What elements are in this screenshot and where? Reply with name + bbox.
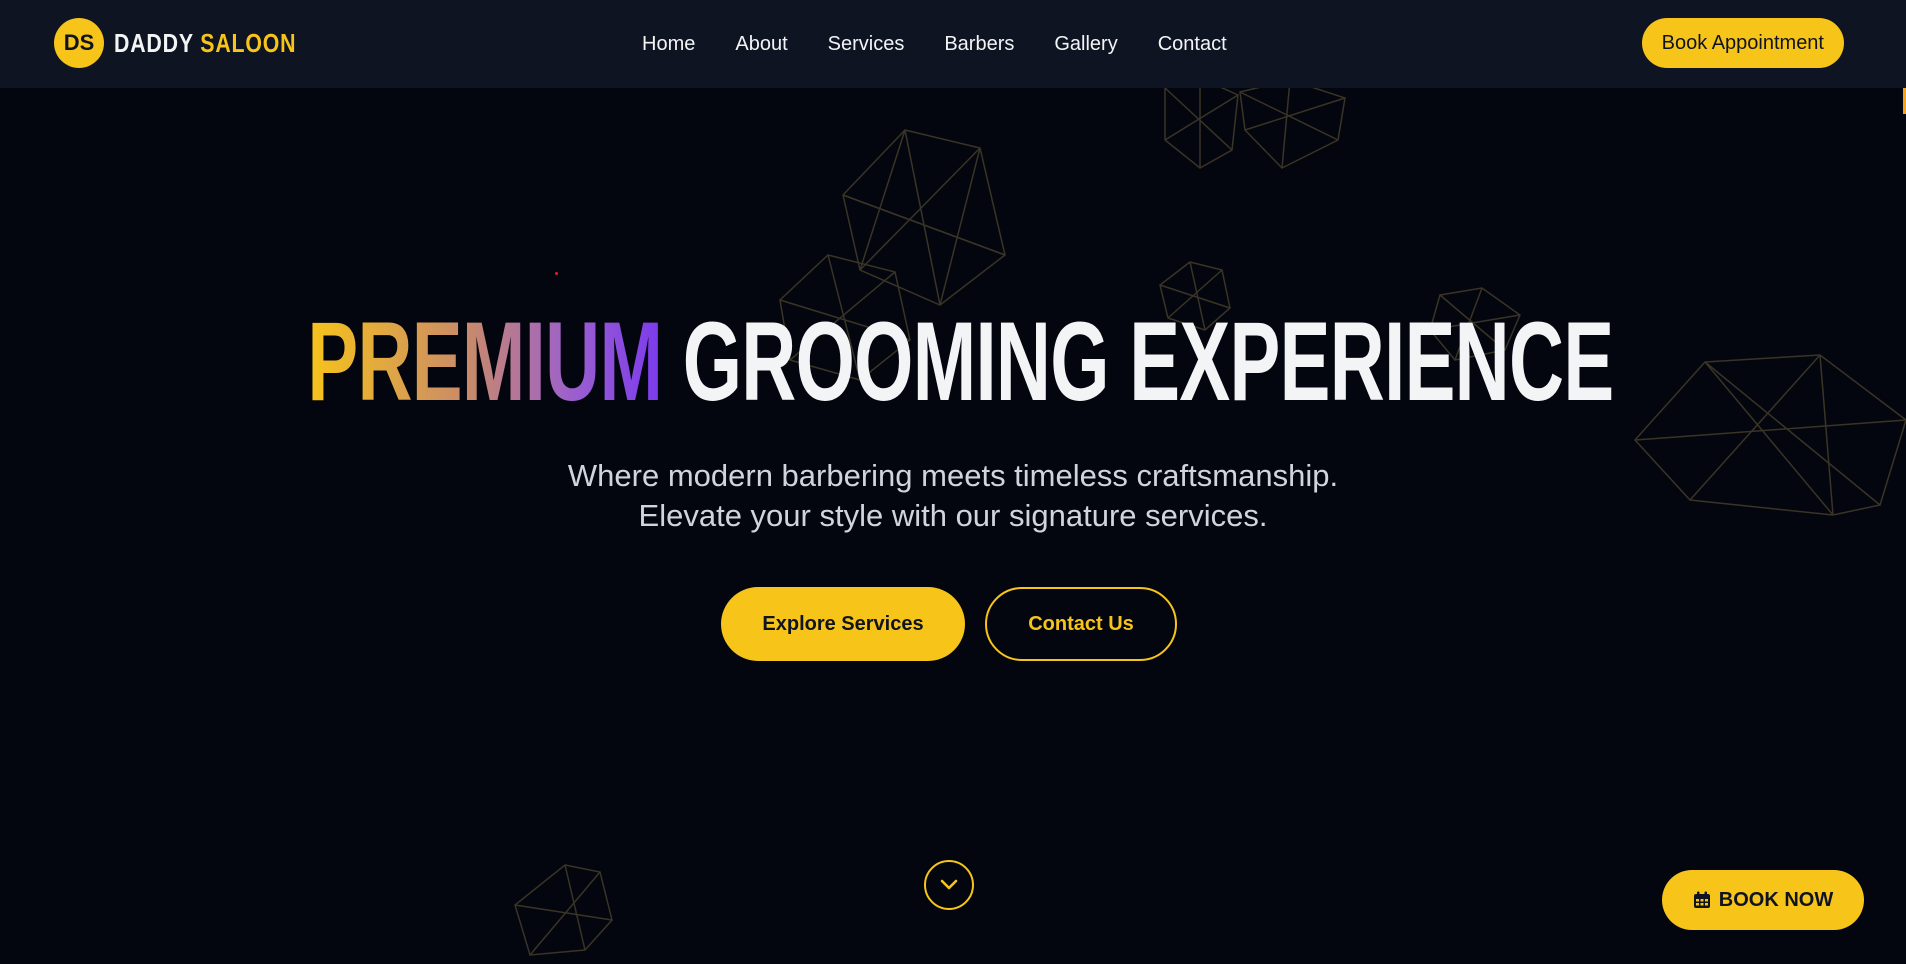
- explore-services-button[interactable]: Explore Services: [721, 587, 965, 661]
- brand-name-part1: DADDY: [114, 27, 194, 58]
- main-nav: Home About Services Barbers Gallery Cont…: [642, 0, 1227, 88]
- top-navbar: DS DADDY SALOON Home About Services Barb…: [0, 0, 1906, 88]
- hero-subtitle-line2: Elevate your style with our signature se…: [638, 498, 1268, 533]
- cursor-dot: [555, 272, 558, 275]
- page: DS DADDY SALOON Home About Services Barb…: [0, 0, 1906, 964]
- book-appointment-button[interactable]: Book Appointment: [1641, 18, 1844, 68]
- chevron-down-icon: [940, 879, 958, 890]
- contact-us-button[interactable]: Contact Us: [985, 587, 1177, 661]
- calendar-icon: [1693, 891, 1710, 908]
- nav-link-home[interactable]: Home: [642, 33, 695, 56]
- hero-actions: Explore Services Contact Us: [721, 587, 1177, 661]
- nav-link-services[interactable]: Services: [828, 33, 905, 56]
- brand-badge: DS: [54, 18, 104, 68]
- nav-link-gallery[interactable]: Gallery: [1054, 33, 1117, 56]
- nav-link-barbers[interactable]: Barbers: [944, 33, 1014, 56]
- hero-subtitle: Where modern barbering meets timeless cr…: [0, 456, 1906, 536]
- book-now-floating-button[interactable]: BOOK NOW: [1662, 870, 1864, 930]
- brand-logo[interactable]: DS DADDY SALOON: [54, 18, 336, 68]
- nav-link-contact[interactable]: Contact: [1158, 33, 1227, 56]
- book-now-label: BOOK NOW: [1718, 888, 1834, 911]
- hero-subtitle-line1: Where modern barbering meets timeless cr…: [567, 458, 1339, 493]
- hero-title-rest: GROOMING EXPERIENCE: [682, 299, 1614, 424]
- scroll-down-button[interactable]: [924, 860, 974, 910]
- nav-link-about[interactable]: About: [735, 33, 787, 56]
- hero-title: PREMIUM GROOMING EXPERIENCE: [0, 306, 1906, 418]
- brand-name: DADDY SALOON: [114, 28, 296, 59]
- hero-title-highlight: PREMIUM: [307, 299, 663, 424]
- brand-name-part2: SALOON: [200, 27, 297, 58]
